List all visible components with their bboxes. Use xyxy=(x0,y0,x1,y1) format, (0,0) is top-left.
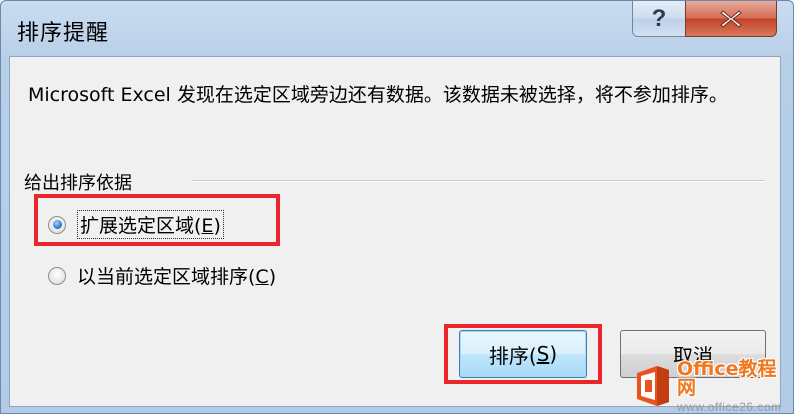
dialog-title: 排序提醒 xyxy=(17,21,110,46)
warning-message: Microsoft Excel 发现在选定区域旁边还有数据。该数据未被选择，将不… xyxy=(28,84,728,106)
watermark-url: www.office26.com xyxy=(677,399,782,414)
sort-button-hotkey: S xyxy=(536,342,550,366)
radio-expand-selection[interactable]: 扩展选定区域(E) xyxy=(48,210,224,239)
radio-current-selection[interactable]: 以当前选定区域排序(C) xyxy=(48,262,276,289)
help-icon: ? xyxy=(651,4,667,32)
title-bar[interactable]: 排序提醒 ? xyxy=(1,1,793,55)
sort-basis-label: 给出排序依据 xyxy=(24,173,132,194)
sort-button[interactable]: 排序(S) xyxy=(459,330,587,378)
group-divider xyxy=(192,180,764,182)
sort-button-label: 排序( xyxy=(488,343,537,368)
radio-current-hotkey: C xyxy=(255,266,269,288)
sort-warning-dialog: 排序提醒 ? Microsoft Excel 发现在选定区域旁边还有数据。该数据… xyxy=(0,0,794,414)
radio-expand-label-wrap: 扩展选定区域(E) xyxy=(77,210,224,239)
radio-button-expand[interactable] xyxy=(48,215,66,234)
sort-button-suffix: ) xyxy=(549,342,558,366)
radio-button-current[interactable] xyxy=(48,266,66,285)
radio-current-label: 以当前选定区域排序( xyxy=(77,266,256,288)
radio-current-suffix: ) xyxy=(268,266,277,288)
radio-current-label-wrap: 以当前选定区域排序(C) xyxy=(77,262,276,289)
office-logo-icon xyxy=(635,364,671,408)
radio-expand-suffix: ) xyxy=(213,215,221,237)
watermark-text: Office教程网 www.office26.com xyxy=(677,357,793,414)
close-button[interactable] xyxy=(685,1,777,37)
help-button[interactable]: ? xyxy=(632,1,686,37)
radio-expand-label: 扩展选定区域( xyxy=(80,215,202,237)
close-icon xyxy=(720,9,742,28)
dialog-body: Microsoft Excel 发现在选定区域旁边还有数据。该数据未被选择，将不… xyxy=(9,56,781,407)
watermark-name: Office教程网 xyxy=(677,357,777,399)
watermark: Office教程网 www.office26.com xyxy=(635,357,793,414)
radio-expand-hotkey: E xyxy=(201,215,214,237)
